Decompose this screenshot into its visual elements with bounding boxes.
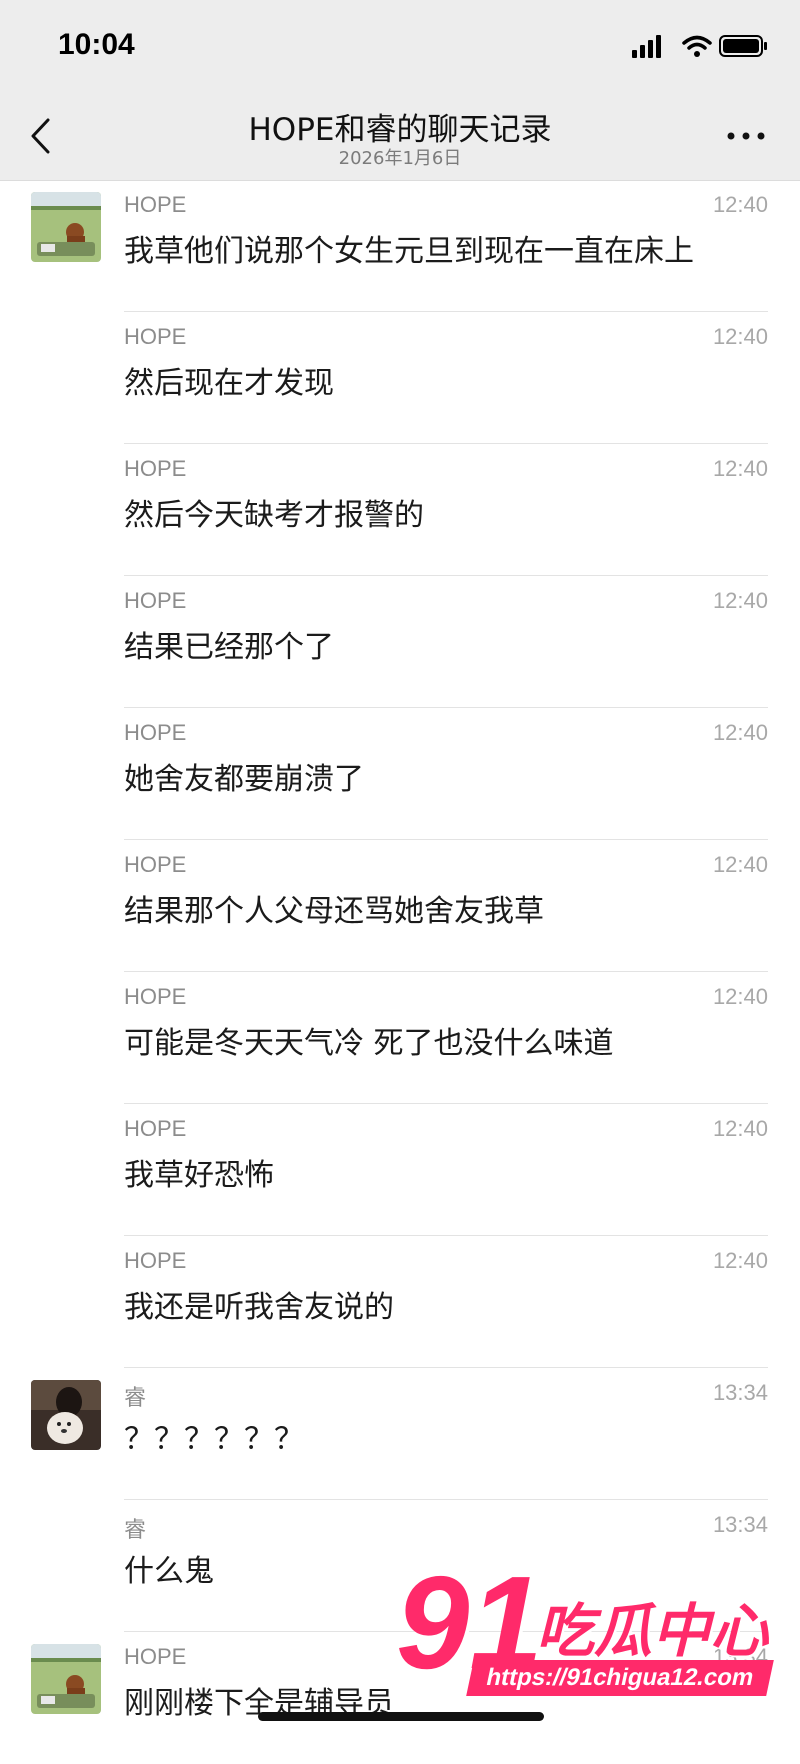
- message-text[interactable]: ？？？？？？: [124, 1414, 304, 1458]
- message-text[interactable]: 结果已经那个了: [124, 622, 334, 666]
- message-row[interactable]: 睿 13:34 什么鬼: [0, 1500, 800, 1632]
- message-sender: 睿: [124, 1385, 147, 1410]
- message-time: 12:40: [712, 852, 768, 877]
- message-time: 12:40: [712, 588, 768, 613]
- message-sender: HOPE: [124, 1248, 187, 1273]
- message-list[interactable]: HOPE 12:40 我草他们说那个女生元旦到现在一直在床上 HOPE 12:4…: [0, 180, 800, 1764]
- message-row[interactable]: 睿 13:34 ？？？？？？: [0, 1368, 800, 1500]
- status-time: 10:04: [58, 28, 135, 61]
- message-sender: HOPE: [124, 456, 187, 481]
- avatar-rui[interactable]: [31, 1380, 101, 1450]
- message-row[interactable]: HOPE 12:40 可能是冬天天气冷 死了也没什么味道: [0, 972, 800, 1104]
- message-sender: HOPE: [124, 984, 187, 1009]
- message-text[interactable]: 然后今天缺考才报警的: [124, 490, 424, 534]
- message-row[interactable]: HOPE 12:40 她舍友都要崩溃了: [0, 708, 800, 840]
- status-icons: [632, 35, 767, 58]
- message-sender: HOPE: [124, 324, 187, 349]
- message-row[interactable]: HOPE 12:40 然后现在才发现: [0, 312, 800, 444]
- nav-bar: HOPE和睿的聊天记录 2026年1月6日: [0, 90, 800, 181]
- message-row[interactable]: HOPE 13:34 刚刚楼下全是辅导员: [0, 1632, 800, 1764]
- message-sender: HOPE: [124, 852, 187, 877]
- message-time: 13:34: [712, 1512, 768, 1537]
- message-time: 12:40: [712, 1248, 768, 1273]
- message-text[interactable]: 什么鬼: [124, 1546, 214, 1590]
- message-time: 13:34: [712, 1380, 768, 1405]
- message-sender: HOPE: [124, 192, 187, 217]
- page-title: HOPE和睿的聊天记录: [248, 112, 552, 148]
- message-text[interactable]: 我草好恐怖: [124, 1150, 274, 1194]
- message-text[interactable]: 我还是听我舍友说的: [124, 1282, 394, 1326]
- message-text[interactable]: 可能是冬天天气冷 死了也没什么味道: [124, 1018, 614, 1062]
- message-row[interactable]: HOPE 12:40 我草好恐怖: [0, 1104, 800, 1236]
- message-row[interactable]: HOPE 12:40 然后今天缺考才报警的: [0, 444, 800, 576]
- message-sender: HOPE: [124, 1116, 187, 1141]
- message-text[interactable]: 结果那个人父母还骂她舍友我草: [124, 886, 544, 930]
- message-row[interactable]: HOPE 12:40 我草他们说那个女生元旦到现在一直在床上: [0, 180, 800, 312]
- message-sender: HOPE: [124, 1644, 187, 1669]
- avatar-hope[interactable]: [31, 1644, 101, 1714]
- message-row[interactable]: HOPE 12:40 结果那个人父母还骂她舍友我草: [0, 840, 800, 972]
- message-sender: 睿: [124, 1517, 147, 1542]
- wifi-icon: [682, 35, 712, 57]
- signal-icon: [632, 35, 661, 58]
- more-dots-icon[interactable]: [726, 130, 766, 142]
- message-time: 12:40: [712, 192, 768, 217]
- page-subtitle: 2026年1月6日: [338, 148, 462, 169]
- message-row[interactable]: HOPE 12:40 结果已经那个了: [0, 576, 800, 708]
- battery-icon: [719, 35, 767, 57]
- message-text[interactable]: 然后现在才发现: [124, 358, 334, 402]
- message-time: 12:40: [712, 324, 768, 349]
- message-sender: HOPE: [124, 588, 187, 613]
- message-time: 12:40: [712, 720, 768, 745]
- home-indicator[interactable]: [258, 1712, 544, 1721]
- message-row[interactable]: HOPE 12:40 我还是听我舍友说的: [0, 1236, 800, 1368]
- message-time: 13:34: [712, 1644, 768, 1669]
- avatar-hope[interactable]: [31, 192, 101, 262]
- status-bar: 10:04: [0, 0, 800, 90]
- message-time: 12:40: [712, 1116, 768, 1141]
- message-text[interactable]: 我草他们说那个女生元旦到现在一直在床上: [124, 226, 694, 270]
- message-sender: HOPE: [124, 720, 187, 745]
- message-time: 12:40: [712, 984, 768, 1009]
- message-time: 12:40: [712, 456, 768, 481]
- message-text[interactable]: 她舍友都要崩溃了: [124, 754, 364, 798]
